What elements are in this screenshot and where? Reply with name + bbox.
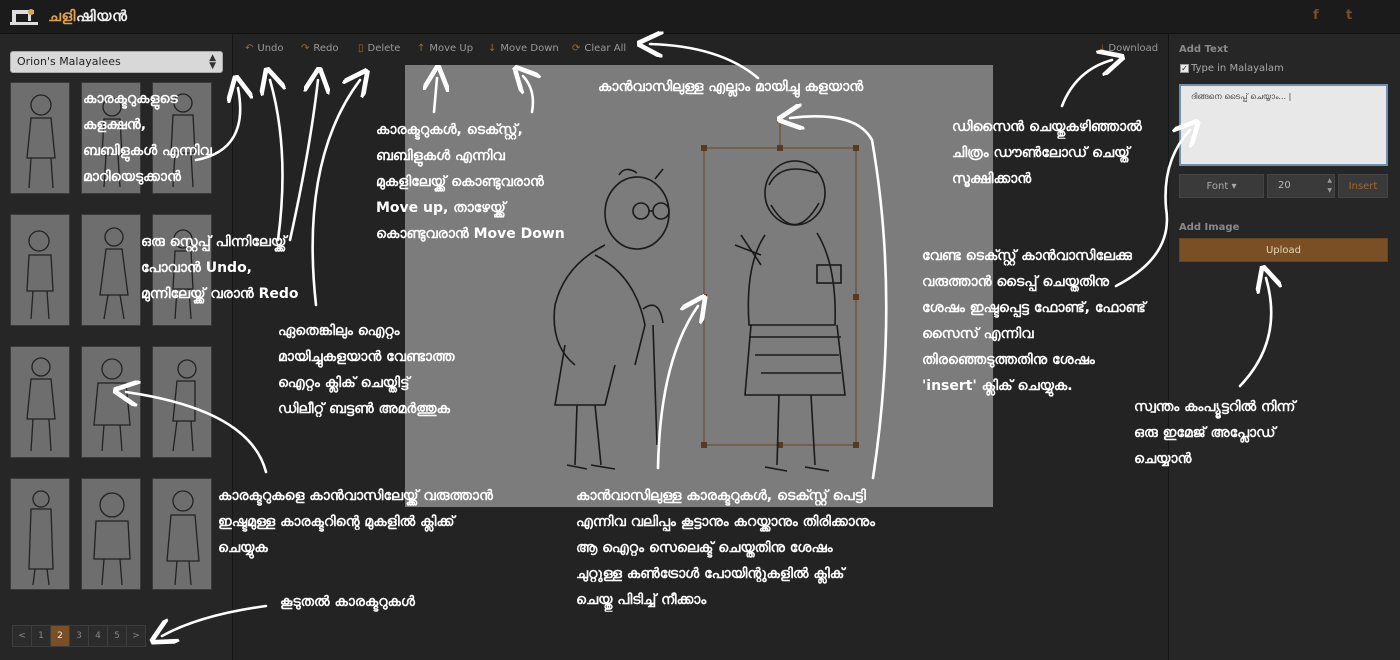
sewing-machine-logo-icon xyxy=(10,9,38,25)
download-icon: ⤓ xyxy=(1100,43,1105,54)
clear-all-label: Clear All xyxy=(584,43,627,54)
insert-button[interactable]: Insert xyxy=(1338,174,1388,198)
page-prev[interactable]: < xyxy=(12,625,32,647)
resize-handle xyxy=(701,442,707,448)
character-sketch-icon xyxy=(26,230,54,320)
character-thumb[interactable] xyxy=(81,214,141,326)
character-sketch-icon xyxy=(166,490,200,586)
download-button[interactable]: ⤓ Download xyxy=(1100,43,1158,54)
redo-icon: ↷ xyxy=(301,43,310,54)
resize-handle xyxy=(853,294,859,300)
selection-box xyxy=(703,147,857,446)
font-size-value: 20 xyxy=(1278,180,1291,191)
annotation-delete: ഏതെങ്കിലും ഐറ്റം മായിച്ചുകളയാൻ വേണ്ടാത്ത… xyxy=(278,323,455,417)
trash-icon: ▯ xyxy=(358,43,364,54)
page-3[interactable]: 3 xyxy=(69,625,89,647)
undo-button[interactable]: ↶ Undo xyxy=(245,43,284,54)
character-thumb[interactable] xyxy=(10,214,70,326)
resize-handle xyxy=(701,145,707,151)
stepper-icon[interactable]: ▲ ▼ xyxy=(1327,176,1332,196)
refresh-icon: ⟳ xyxy=(572,43,581,54)
resize-handle xyxy=(853,442,859,448)
annotation-add-character: കാരക്ടറുകളെ കാൻവാസിലേയ്ക്ക് വരുത്താൻ ഇഷ്… xyxy=(218,488,493,556)
top-bar: ചളിഷിയൻ f t xyxy=(0,0,1400,34)
barber-character xyxy=(734,160,846,472)
toolbar: ↶ Undo ↷ Redo ▯ Delete ↑ Move Up ↓ Move Down … xyxy=(233,34,1168,64)
type-malayalam-label: Type in Malayalam xyxy=(1191,63,1284,74)
arrow xyxy=(270,80,283,242)
character-sketch-icon xyxy=(99,227,129,320)
undo-label: Undo xyxy=(257,43,284,54)
type-malayalam-checkbox[interactable]: ✓ xyxy=(1180,64,1189,73)
redo-label: Redo xyxy=(313,43,339,54)
annotation-move: കാരക്ടറുകൾ, ടെക്സ്റ്റ്, ബബിളുകൾ എന്നിവ മ… xyxy=(376,122,565,242)
logo-main: ചളി xyxy=(48,7,76,25)
character-sketch-icon xyxy=(26,357,56,452)
add-image-heading: Add Image xyxy=(1179,222,1240,233)
page-2[interactable]: 2 xyxy=(50,625,70,647)
annotation-upload-image: സ്വന്തം കംപ്യൂട്ടറിൽ നിന്ന് ഒരു ഇമേജ് അപ… xyxy=(1134,399,1296,467)
annotation-download: ഡിസൈൻ ചെയ്തുകഴിഞ്ഞാൽ ചിത്രം ഡൗൺലോഡ് ചെയ്… xyxy=(952,119,1142,187)
collection-select[interactable]: Orion's Malayalees ▲ ▼ xyxy=(10,51,223,73)
resize-handle xyxy=(777,145,783,151)
page-5[interactable]: 5 xyxy=(107,625,127,647)
character-thumb[interactable] xyxy=(81,346,141,458)
move-down-button[interactable]: ↓ Move Down xyxy=(488,43,559,54)
arrow xyxy=(311,80,360,307)
character-thumb[interactable] xyxy=(152,478,212,590)
facebook-icon[interactable]: f xyxy=(1313,8,1319,23)
annotation-characters-switch: കാരക്ടറുകളുടെ കളക്ഷൻ, ബബിളുകൾ എന്നിവ മാറ… xyxy=(83,91,212,185)
arrow-up-icon: ↑ xyxy=(417,43,426,54)
character-sketch-icon xyxy=(93,492,131,586)
app-logo-text[interactable]: ചളിഷിയൻ xyxy=(48,7,127,25)
upload-button[interactable]: Upload xyxy=(1179,238,1388,262)
character-thumb[interactable] xyxy=(81,478,141,590)
twitter-icon[interactable]: t xyxy=(1346,8,1352,23)
select-caret-icon: ▲ ▼ xyxy=(209,53,216,71)
redo-button[interactable]: ↷ Redo xyxy=(301,43,339,54)
annotation-clear-all: കാൻവാസിലുള്ള എല്ലാം മായിച്ചു കളയാൻ xyxy=(598,79,864,95)
add-text-heading: Add Text xyxy=(1179,44,1229,55)
pagination: < 1 2 3 4 5 > xyxy=(12,625,146,647)
collection-select-value: Orion's Malayalees xyxy=(17,55,121,68)
arrow xyxy=(288,80,318,242)
font-size-input[interactable]: 20 ▲ ▼ xyxy=(1267,174,1335,198)
delete-button[interactable]: ▯ Delete xyxy=(358,43,400,54)
page-4[interactable]: 4 xyxy=(88,625,108,647)
font-dropdown-button[interactable]: Font ▾ xyxy=(1179,174,1264,198)
arrow-down-icon: ↓ xyxy=(488,43,497,54)
character-thumb[interactable] xyxy=(152,346,212,458)
undo-icon: ↶ xyxy=(245,43,254,54)
old-man-character xyxy=(553,168,670,470)
move-up-label: Move Up xyxy=(429,43,474,54)
logo-rest: ഷിയൻ xyxy=(75,7,128,25)
move-up-button[interactable]: ↑ Move Up xyxy=(417,43,473,54)
annotation-undo-redo: ഒരു സ്റ്റെപ്പ് പിന്നിലേയ്ക്ക് പോവാൻ Undo… xyxy=(141,234,299,302)
resize-handle xyxy=(701,294,707,300)
annotation-resize: കാൻവാസിലുള്ള കാരക്ടറുകൾ, ടെക്സ്റ്റ് പെട്… xyxy=(576,488,876,608)
character-sketch-icon xyxy=(28,490,54,586)
move-down-label: Move Down xyxy=(500,43,559,54)
text-input[interactable]: ദിങ്ങനെ ടൈപ്പ് ചെയ്യാം... | xyxy=(1179,84,1388,166)
app-root: ചളിഷിയൻ f t Orion's Malayalees ▲ ▼ < 1 2 … xyxy=(0,0,1400,660)
annotation-insert-text: വേണ്ട ടെക്സ്റ്റ് കാൻവാസിലേക്കു വരുത്താൻ … xyxy=(922,248,1146,394)
resize-handle xyxy=(853,145,859,151)
arrow xyxy=(1060,60,1112,108)
download-label: Download xyxy=(1108,43,1159,54)
character-thumb[interactable] xyxy=(10,478,70,590)
page-1[interactable]: 1 xyxy=(31,625,51,647)
character-sketch-icon xyxy=(172,359,197,452)
rotate-handle xyxy=(777,117,783,123)
character-sketch-icon xyxy=(26,94,56,189)
clear-all-button[interactable]: ⟳ Clear All xyxy=(572,43,626,54)
page-next[interactable]: > xyxy=(126,625,146,647)
character-thumb[interactable] xyxy=(10,82,70,194)
character-thumb[interactable] xyxy=(10,346,70,458)
delete-label: Delete xyxy=(367,43,401,54)
annotation-more-characters: കൂടുതൽ കാരക്ടറുകൾ xyxy=(280,594,415,610)
character-sketch-icon xyxy=(93,358,131,452)
